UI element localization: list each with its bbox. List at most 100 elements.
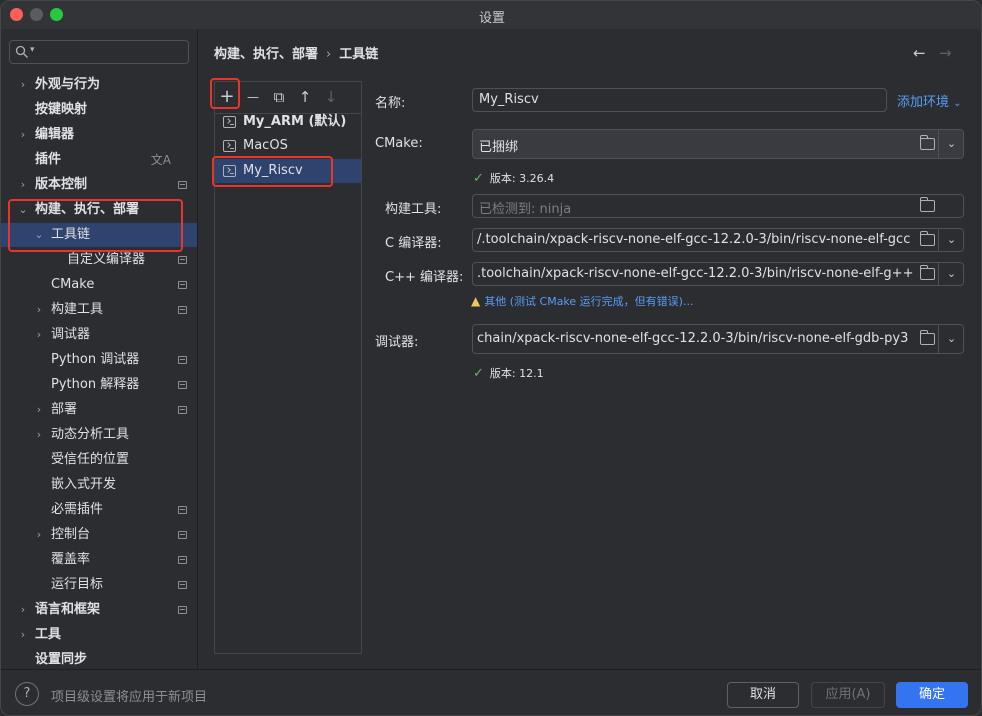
ok-button[interactable]: 确定 xyxy=(896,682,968,708)
chevron-right-icon: › xyxy=(36,428,42,441)
sidebar-item-cmake[interactable]: CMake xyxy=(1,273,197,297)
sidebar-item-keymap[interactable]: 按键映射 xyxy=(1,98,197,122)
toolchain-name: My_ARM (默认) xyxy=(243,114,347,129)
cpp-compiler-field[interactable]: .toolchain/xpack-riscv-none-elf-gcc-12.2… xyxy=(472,262,964,286)
sidebar-item-label: 动态分析工具 xyxy=(51,427,130,442)
project-scope-icon xyxy=(178,356,187,364)
add-toolchain-button[interactable]: + xyxy=(216,86,238,108)
breadcrumb: 构建、执行、部署 › 工具链 xyxy=(214,43,378,62)
copy-toolchain-button[interactable]: ⧉ xyxy=(268,86,290,108)
chevron-down-icon[interactable]: ⌄ xyxy=(938,263,963,285)
project-scope-icon xyxy=(178,581,187,589)
project-scope-icon xyxy=(178,506,187,514)
add-environment-link[interactable]: 添加环境 ⌄ xyxy=(897,91,962,110)
sidebar-item-debugger[interactable]: › 调试器 xyxy=(1,323,197,347)
debugger-version-text: 版本: 12.1 xyxy=(489,367,544,380)
sidebar-item-coverage[interactable]: 覆盖率 xyxy=(1,548,197,572)
sidebar-item-required-plugins[interactable]: 必需插件 xyxy=(1,498,197,522)
apply-button[interactable]: 应用(A) xyxy=(811,682,885,708)
sidebar-item-label: 调试器 xyxy=(51,327,91,342)
window-title: 设置 xyxy=(478,11,505,26)
sidebar-item-build-execution-deployment[interactable]: ⌄ 构建、执行、部署 xyxy=(1,198,197,222)
chevron-right-icon: › xyxy=(20,128,26,141)
chevron-right-icon: › xyxy=(36,528,42,541)
compiler-warning[interactable]: ▲ 其他 (测试 CMake 运行完成，但有错误)... xyxy=(471,293,693,309)
sidebar-item-label: 工具 xyxy=(35,627,62,642)
sidebar-item-python-interpreter[interactable]: Python 解释器 xyxy=(1,373,197,397)
move-down-button[interactable]: ↓ xyxy=(320,86,342,108)
name-field[interactable]: My_Riscv xyxy=(472,88,887,112)
c-compiler-label: C 编译器: xyxy=(385,236,442,251)
sidebar-item-plugins[interactable]: 插件 文A xyxy=(1,148,197,172)
folder-icon[interactable] xyxy=(920,197,935,212)
sidebar-item-label: 必需插件 xyxy=(51,502,104,517)
chevron-right-icon: › xyxy=(36,303,42,316)
project-scope-icon xyxy=(178,406,187,414)
sidebar-item-version-control[interactable]: › 版本控制 xyxy=(1,173,197,197)
toolchain-item-my-riscv[interactable]: My_Riscv xyxy=(215,159,361,183)
sidebar-item-embedded-development[interactable]: 嵌入式开发 xyxy=(1,473,197,497)
chevron-down-icon[interactable]: ⌄ xyxy=(938,325,963,353)
sidebar-item-label: 工具链 xyxy=(51,227,91,242)
sidebar-item-run-targets[interactable]: 运行目标 xyxy=(1,573,197,597)
sidebar-item-label: 编辑器 xyxy=(35,127,75,142)
cmake-label: CMake: xyxy=(375,136,423,151)
sidebar-item-console[interactable]: › 控制台 xyxy=(1,523,197,547)
chevron-right-icon: › xyxy=(36,403,42,416)
sidebar-item-dynamic-analysis[interactable]: › 动态分析工具 xyxy=(1,423,197,447)
back-arrow-icon[interactable]: ← xyxy=(913,44,926,62)
remove-toolchain-button[interactable]: — xyxy=(242,86,264,108)
search-icon xyxy=(15,45,28,58)
folder-icon[interactable] xyxy=(920,330,935,345)
project-scope-icon xyxy=(178,556,187,564)
terminal-icon xyxy=(223,165,236,177)
sidebar-item-deployment[interactable]: › 部署 xyxy=(1,398,197,422)
breadcrumb-separator: › xyxy=(326,47,332,62)
sidebar-item-toolchains[interactable]: ⌄ 工具链 xyxy=(1,223,197,247)
chevron-right-icon: › xyxy=(20,628,26,641)
debugger-field[interactable]: chain/xpack-riscv-none-elf-gcc-12.2.0-3/… xyxy=(472,324,964,354)
title-bar: 设置 xyxy=(1,1,981,29)
sidebar-item-label: 插件 xyxy=(35,152,62,167)
chevron-down-icon[interactable]: ⌄ xyxy=(938,130,963,158)
chevron-right-icon: › xyxy=(20,78,26,91)
sidebar-item-trusted-locations[interactable]: 受信任的位置 xyxy=(1,448,197,472)
chevron-down-icon[interactable]: ⌄ xyxy=(938,229,963,251)
sidebar-item-languages-frameworks[interactable]: › 语言和框架 xyxy=(1,598,197,622)
sidebar-item-label: 构建工具 xyxy=(51,302,104,317)
folder-icon[interactable] xyxy=(920,265,935,280)
move-up-button[interactable]: ↑ xyxy=(294,86,316,108)
sidebar-item-python-debugger[interactable]: Python 调试器 xyxy=(1,348,197,372)
breadcrumb-parent[interactable]: 构建、执行、部署 xyxy=(214,47,318,62)
cancel-button[interactable]: 取消 xyxy=(727,682,799,708)
check-icon: ✓ xyxy=(473,171,484,186)
sidebar-item-tools[interactable]: › 工具 xyxy=(1,623,197,647)
cmake-combo[interactable]: 已捆绑 ⌄ xyxy=(472,129,964,159)
forward-arrow-icon[interactable]: → xyxy=(939,44,952,62)
project-scope-icon xyxy=(178,306,187,314)
search-input[interactable]: ▾ xyxy=(9,40,189,64)
add-environment-label: 添加环境 xyxy=(897,95,950,110)
sidebar-item-custom-compiler[interactable]: 自定义编译器 xyxy=(1,248,197,272)
sidebar-item-label: 按键映射 xyxy=(35,102,88,117)
cmake-version-text: 版本: 3.26.4 xyxy=(489,172,555,185)
sidebar-item-editor[interactable]: › 编辑器 xyxy=(1,123,197,147)
chevron-down-icon: ⌄ xyxy=(18,203,28,216)
sidebar-item-build-tools[interactable]: › 构建工具 xyxy=(1,298,197,322)
sidebar-item-label: 嵌入式开发 xyxy=(51,477,117,492)
sidebar-item-label: 外观与行为 xyxy=(35,77,101,92)
help-button[interactable]: ? xyxy=(15,682,39,706)
folder-icon[interactable] xyxy=(920,231,935,246)
toolchain-item-macos[interactable]: MacOS xyxy=(215,134,361,158)
build-tool-field[interactable]: 已检测到: ninja xyxy=(472,194,964,218)
c-compiler-field[interactable]: /.toolchain/xpack-riscv-none-elf-gcc-12.… xyxy=(472,228,964,252)
breadcrumb-current: 工具链 xyxy=(339,47,379,62)
warning-text: 其他 (测试 CMake 运行完成，但有错误)... xyxy=(484,295,694,308)
project-scope-icon xyxy=(178,256,187,264)
debugger-value: chain/xpack-riscv-none-elf-gcc-12.2.0-3/… xyxy=(477,331,909,346)
sidebar-item-appearance[interactable]: › 外观与行为 xyxy=(1,73,197,97)
settings-window: 设置 ▾ › 外观与行为 按键映射 › 编辑器 插件 文A › 版本控制 ⌄ 构… xyxy=(0,0,982,716)
name-label: 名称: xyxy=(375,96,406,111)
folder-icon[interactable] xyxy=(920,135,935,150)
toolchain-item-my-arm[interactable]: My_ARM (默认) xyxy=(215,110,361,134)
